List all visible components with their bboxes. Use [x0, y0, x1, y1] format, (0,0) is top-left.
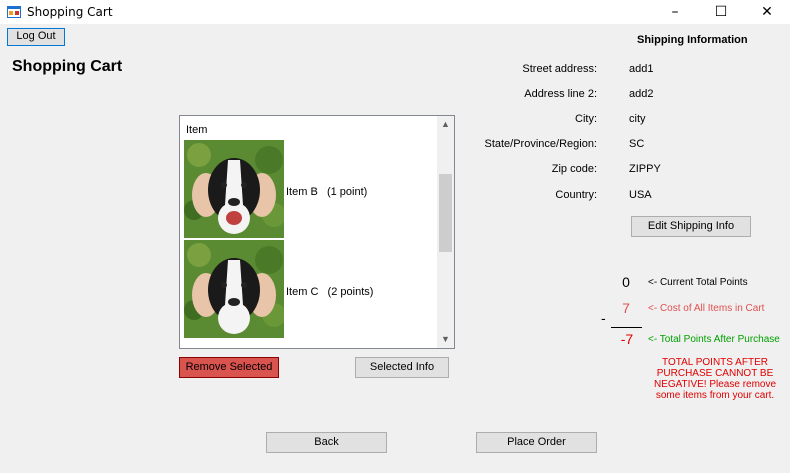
zip-value: ZIPPY [629, 163, 661, 175]
shipping-heading: Shipping Information [637, 34, 748, 46]
street-address-label: Street address: [522, 63, 597, 75]
current-points-value: 0 [622, 274, 630, 290]
app-icon [7, 6, 21, 18]
state-value: SC [629, 138, 645, 150]
address-line2-label: Address line 2: [524, 88, 597, 100]
city-label: City: [575, 113, 597, 125]
list-scrollbar[interactable]: ▲ ▼ [437, 116, 454, 348]
list-item[interactable]: Item C (2 points) [184, 240, 434, 338]
cost-label: <- Cost of All Items in Cart [648, 303, 765, 314]
country-label: Country: [555, 189, 597, 201]
dog-photo-icon [184, 140, 284, 238]
minus-sign: - [601, 310, 606, 326]
zip-label: Zip code: [551, 163, 597, 175]
warning-message: TOTAL POINTS AFTER PURCHASE CANNOT BE NE… [653, 357, 777, 401]
scroll-up-icon[interactable]: ▲ [437, 116, 454, 133]
scroll-thumb[interactable] [439, 174, 452, 252]
close-button[interactable]: ✕ [744, 0, 790, 24]
scroll-down-icon[interactable]: ▼ [437, 331, 454, 348]
sum-line [611, 327, 642, 328]
minimize-button[interactable]: – [652, 0, 698, 24]
list-item-label: Item C (2 points) [286, 286, 374, 298]
after-purchase-value: -7 [620, 331, 634, 347]
address-line2-value: add2 [629, 88, 654, 100]
logout-button[interactable]: Log Out [7, 28, 65, 46]
maximize-button[interactable]: ☐ [698, 0, 744, 24]
dog-photo-icon [184, 240, 284, 338]
current-points-label: <- Current Total Points [648, 277, 748, 288]
country-value: USA [629, 189, 652, 201]
edit-shipping-button[interactable]: Edit Shipping Info [631, 216, 751, 237]
title-bar: Shopping Cart – ☐ ✕ [0, 0, 790, 24]
back-button[interactable]: Back [266, 432, 387, 453]
remove-selected-button[interactable]: Remove Selected [179, 357, 279, 378]
page-title: Shopping Cart [12, 58, 123, 75]
place-order-button[interactable]: Place Order [476, 432, 597, 453]
window-title: Shopping Cart [27, 5, 113, 19]
list-header: Item [186, 124, 208, 136]
state-label: State/Province/Region: [484, 138, 597, 150]
cost-value: 7 [622, 300, 630, 316]
cart-listbox[interactable]: Item Item B (1 point) Item C (2 points) … [179, 115, 455, 349]
list-item-label: Item B (1 point) [286, 186, 368, 198]
street-address-value: add1 [629, 63, 654, 75]
list-item[interactable]: Item B (1 point) [184, 140, 434, 238]
city-value: city [629, 113, 646, 125]
selected-info-button[interactable]: Selected Info [355, 357, 449, 378]
after-purchase-label: <- Total Points After Purchase [648, 334, 780, 345]
